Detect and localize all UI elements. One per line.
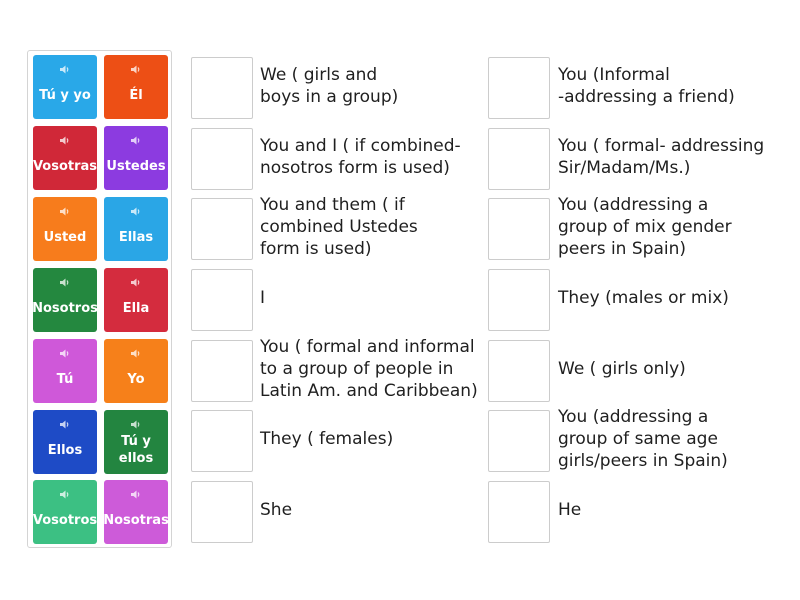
tile-label: Vosotros — [32, 512, 98, 528]
word-tile[interactable]: Ustedes — [104, 126, 168, 190]
speaker-icon[interactable] — [104, 126, 168, 146]
drop-target[interactable] — [191, 128, 253, 190]
tile-label: Yo — [127, 371, 145, 387]
drop-target[interactable] — [191, 410, 253, 472]
match-description: You ( formal and informal to a group of … — [260, 337, 478, 401]
tile-label: Ellos — [47, 442, 83, 458]
tile-label: Ustedes — [106, 158, 166, 174]
match-description: You and I ( if combined- nosotros form i… — [260, 136, 461, 178]
tile-label: Nosotros — [32, 300, 98, 316]
match-description: I — [260, 288, 266, 308]
word-tile[interactable]: Nosotros — [32, 268, 98, 332]
tile-label: Tú — [56, 371, 74, 387]
speaker-icon[interactable] — [33, 339, 97, 359]
drop-target[interactable] — [191, 269, 253, 331]
tile-label: Vosotras — [32, 158, 98, 174]
match-description: They (males or mix) — [558, 288, 729, 308]
word-tile[interactable]: Tú — [33, 339, 97, 403]
word-tile[interactable]: Tú y ellos — [104, 410, 168, 474]
drop-target[interactable] — [488, 410, 550, 472]
drop-target[interactable] — [191, 340, 253, 402]
tile-label: Tú y ellos — [118, 434, 154, 466]
word-tile[interactable]: Ella — [104, 268, 168, 332]
speaker-icon[interactable] — [104, 268, 168, 288]
speaker-icon[interactable] — [104, 55, 168, 75]
word-tile[interactable]: Usted — [33, 197, 97, 261]
drop-target[interactable] — [488, 269, 550, 331]
drop-target[interactable] — [488, 198, 550, 260]
word-tile[interactable]: Tú y yo — [33, 55, 97, 119]
tile-label: Usted — [43, 229, 87, 245]
speaker-icon[interactable] — [104, 480, 168, 500]
tile-label: Él — [129, 87, 143, 103]
speaker-icon[interactable] — [33, 480, 97, 500]
speaker-icon[interactable] — [33, 268, 97, 288]
drop-target[interactable] — [488, 340, 550, 402]
word-tile[interactable]: Vosotras — [33, 126, 97, 190]
match-description: You (Informal -addressing a friend) — [558, 65, 735, 107]
speaker-icon[interactable] — [33, 410, 97, 430]
speaker-icon[interactable] — [104, 410, 168, 430]
match-description: We ( girls and boys in a group) — [260, 65, 399, 107]
drop-target[interactable] — [488, 481, 550, 543]
match-description: You (addressing a group of same age girl… — [558, 407, 728, 471]
tile-label: Nosotras — [103, 512, 169, 528]
tile-label: Ellas — [118, 229, 154, 245]
match-description: You and them ( if combined Ustedes form … — [260, 195, 418, 259]
speaker-icon[interactable] — [33, 55, 97, 75]
speaker-icon[interactable] — [104, 197, 168, 217]
speaker-icon[interactable] — [104, 339, 168, 359]
speaker-icon[interactable] — [33, 197, 97, 217]
drop-target[interactable] — [488, 128, 550, 190]
word-tile[interactable]: Nosotras — [103, 480, 169, 544]
match-description: We ( girls only) — [558, 359, 686, 379]
drop-target[interactable] — [191, 57, 253, 119]
word-tile[interactable]: Ellas — [104, 197, 168, 261]
drop-target[interactable] — [488, 57, 550, 119]
tile-label: Ella — [122, 300, 150, 316]
match-description: They ( females) — [260, 429, 394, 449]
match-description: He — [558, 500, 582, 520]
tile-label: Tú y yo — [39, 87, 91, 103]
word-tile[interactable]: Yo — [104, 339, 168, 403]
word-tile[interactable]: Vosotros — [33, 480, 97, 544]
word-tile[interactable]: Él — [104, 55, 168, 119]
match-description: You (addressing a group of mix gender pe… — [558, 195, 732, 259]
match-description: She — [260, 500, 293, 520]
speaker-icon[interactable] — [33, 126, 97, 146]
match-description: You ( formal- addressing Sir/Madam/Ms.) — [558, 136, 765, 178]
drop-target[interactable] — [191, 481, 253, 543]
drop-target[interactable] — [191, 198, 253, 260]
word-tile[interactable]: Ellos — [33, 410, 97, 474]
